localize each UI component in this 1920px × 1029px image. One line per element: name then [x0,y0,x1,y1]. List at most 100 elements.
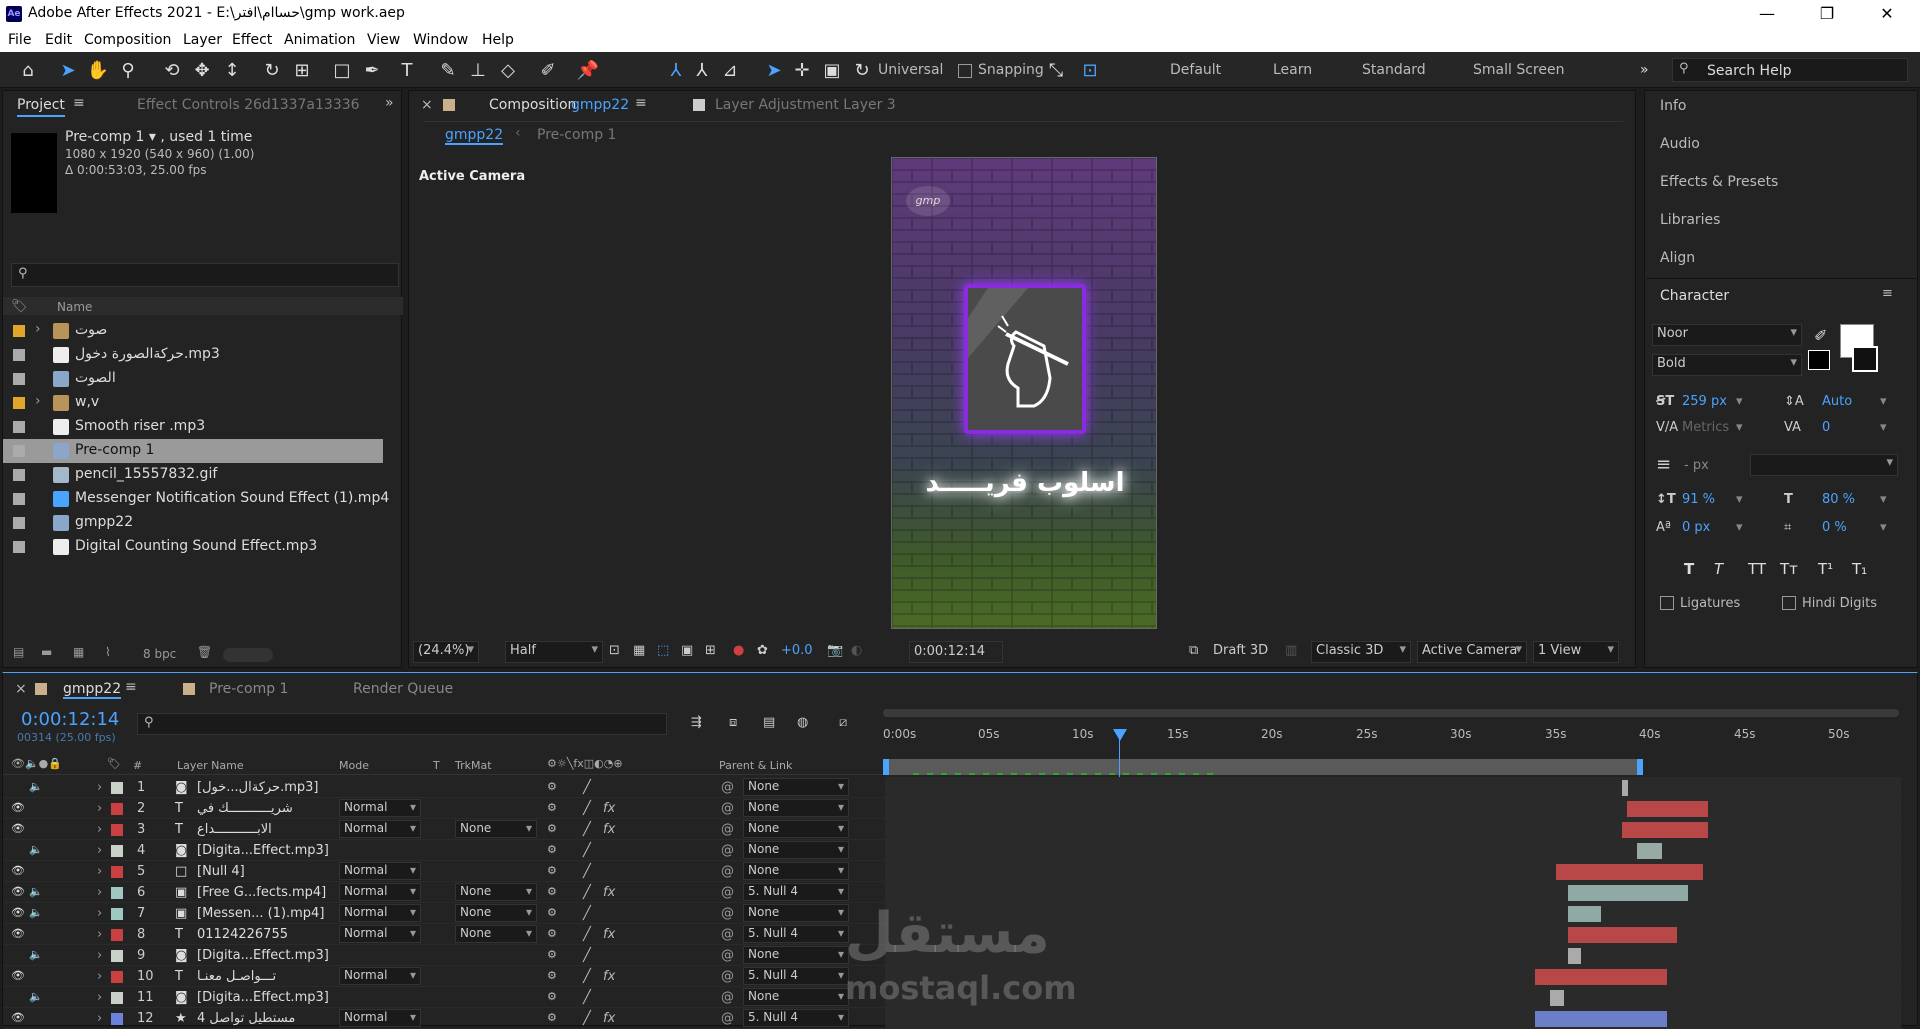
quality-switch-icon[interactable]: ╱ [583,801,591,816]
layer-color-label[interactable] [111,782,123,794]
shy-switch-icon[interactable]: ⚙ [547,843,557,856]
layer-duration-bar[interactable] [1535,969,1668,985]
item-color-label[interactable] [13,493,25,505]
layer-track[interactable] [885,882,1901,903]
project-search-input[interactable]: ⚲ [11,263,399,287]
leading-arrow-icon[interactable]: ▾ [1880,394,1887,409]
layer-name[interactable]: مستطيل تواصل 4 [197,1011,295,1026]
tsume-value[interactable]: 0 % [1822,520,1847,535]
item-color-label[interactable] [13,325,25,337]
shy-switch-icon[interactable]: ⚙ [547,969,557,982]
blend-mode-dropdown[interactable]: Normal [339,799,421,817]
pickwhip-icon[interactable]: @ [721,927,734,942]
project-item[interactable]: Messenger Notification Sound Effect (1).… [3,487,403,511]
visibility-eye-icon[interactable]: 👁 [11,822,25,835]
layer-track[interactable] [885,861,1901,882]
effects-presets-panel-tab[interactable]: Effects & Presets [1660,174,1778,190]
workspace-learn[interactable]: Learn [1273,62,1312,78]
track-matte-dropdown[interactable]: None [455,925,537,943]
font-size-arrow-icon[interactable]: ▾ [1736,394,1743,409]
snapshot-icon[interactable]: 📷 [827,643,843,658]
layer-row[interactable]: 👁 🔈 › 6 ▣ [Free G...fects.mp4] Normal None ⚙ ╱ fx @… [3,882,1903,903]
pickwhip-icon[interactable]: @ [721,969,734,984]
anchor-tool-icon[interactable]: ⊞ [290,60,314,82]
subscript-icon[interactable]: T₁ [1852,560,1867,578]
scale-3d-icon[interactable]: ▣ [820,60,844,82]
project-item[interactable]: gmpp22 [3,511,403,535]
small-caps-icon[interactable]: Tт [1780,560,1798,578]
minimize-button[interactable]: — [1744,2,1790,26]
timeline-tab-gmpp22[interactable]: gmpp22 [63,681,122,699]
orbit-camera-icon[interactable]: ⟲ [160,60,184,82]
layer-row[interactable]: 👁 › 3 T الابـــــــــــداع Normal None ⚙ ╱ fx @ Non… [3,819,1903,840]
layer-name[interactable]: [Messen... (1).mp4] [197,906,324,921]
visibility-eye-icon[interactable]: 👁 [11,906,25,919]
layer-color-label[interactable] [111,824,123,836]
layer-duration-bar[interactable] [1626,801,1708,817]
dolly-camera-icon[interactable]: ↕ [220,60,244,82]
expand-layer-arrow-icon[interactable]: › [97,843,102,858]
layer-track[interactable] [885,840,1901,861]
visibility-eye-icon[interactable]: 👁 [11,927,25,940]
shy-switch-icon[interactable]: ⚙ [547,906,557,919]
timeline-current-time[interactable]: 0:00:12:14 [21,709,119,730]
view-axis-icon[interactable]: ⊿ [718,60,742,82]
horizontal-scale-arrow-icon[interactable]: ▾ [1880,492,1887,507]
roto-brush-icon[interactable]: ✐ [536,60,560,82]
shy-switch-icon[interactable]: ⚙ [547,1011,557,1024]
layer-color-label[interactable] [111,845,123,857]
layer-row[interactable]: 👁 › 2 T شريـــــــــــك في Normal ⚙ ╱ fx @ None [3,798,1903,819]
parent-dropdown[interactable]: None [743,820,849,838]
item-color-label[interactable] [13,373,25,385]
menu-composition[interactable]: Composition [84,32,171,48]
audio-speaker-icon[interactable]: 🔈 [29,906,43,919]
project-item[interactable]: Smooth riser .mp3 [3,415,403,439]
font-style-dropdown[interactable]: Bold [1652,354,1802,376]
menu-file[interactable]: File [8,32,31,48]
comp-menu-icon[interactable]: ≡ [635,95,647,111]
layer-track[interactable] [885,819,1901,840]
blend-mode-dropdown[interactable]: Normal [339,862,421,880]
blend-mode-dropdown[interactable]: Normal [339,820,421,838]
rectangle-tool-icon[interactable]: □ [330,60,354,82]
grid-guides-icon[interactable]: ⊞ [705,643,716,658]
quality-switch-icon[interactable]: ╱ [583,948,591,963]
tracking-value[interactable]: 0 [1822,420,1830,435]
pickwhip-icon[interactable]: @ [721,864,734,879]
layer-row[interactable]: 🔈 › 4 ◙ [Digita...Effect.mp3] ⚙ ╱ @ None [3,840,1903,861]
pen-tool-icon[interactable]: ✒ [360,60,384,82]
stroke-color-swatch[interactable] [1852,346,1878,372]
zoom-dropdown[interactable]: (24.4%) [413,641,479,663]
layer-duration-bar[interactable] [1550,990,1564,1006]
tab-project[interactable]: Project [17,97,65,117]
snap-grid-icon[interactable]: ⊡ [1078,60,1102,82]
audio-speaker-icon[interactable]: 🔈 [29,843,43,856]
kerning-arrow-icon[interactable]: ▾ [1736,420,1743,435]
av-features-icon[interactable]: 👁🔈●🔒 [11,757,62,770]
baseline-shift-value[interactable]: 0 px [1682,520,1710,535]
fx-switch-icon[interactable]: fx [603,1011,615,1026]
quality-switch-icon[interactable]: ╱ [583,780,591,795]
parent-dropdown[interactable]: 5. Null 4 [743,925,849,943]
audio-speaker-icon[interactable]: 🔈 [29,885,43,898]
tsume-arrow-icon[interactable]: ▾ [1880,520,1887,535]
blend-mode-dropdown[interactable]: Normal [339,883,421,901]
mask-visibility-icon[interactable]: ⬚ [657,643,669,658]
layer-duration-bar[interactable] [1567,906,1602,922]
layer-name[interactable]: الابـــــــــــداع [197,822,272,837]
trash-icon[interactable]: 🗑 [197,645,212,659]
align-panel-tab[interactable]: Align [1660,250,1695,266]
layer-name[interactable]: [Digita...Effect.mp3] [197,843,329,858]
label-column-icon[interactable]: 🏷 [11,299,28,314]
parent-dropdown[interactable]: 5. Null 4 [743,1009,849,1027]
tracking-arrow-icon[interactable]: ▾ [1880,420,1887,435]
shy-layers-icon[interactable]: ▤ [763,715,775,730]
search-help-box[interactable]: ⚲ Search Help [1672,58,1908,82]
fx-switch-icon[interactable]: fx [603,801,615,816]
parent-dropdown[interactable]: None [743,988,849,1006]
pickwhip-icon[interactable]: @ [721,990,734,1005]
selection-tool-icon[interactable]: ➤ [56,60,80,82]
quality-switch-icon[interactable]: ╱ [583,864,591,879]
layer-name[interactable]: شريـــــــــــك في [197,801,293,816]
layer-duration-bar[interactable] [1567,885,1688,901]
